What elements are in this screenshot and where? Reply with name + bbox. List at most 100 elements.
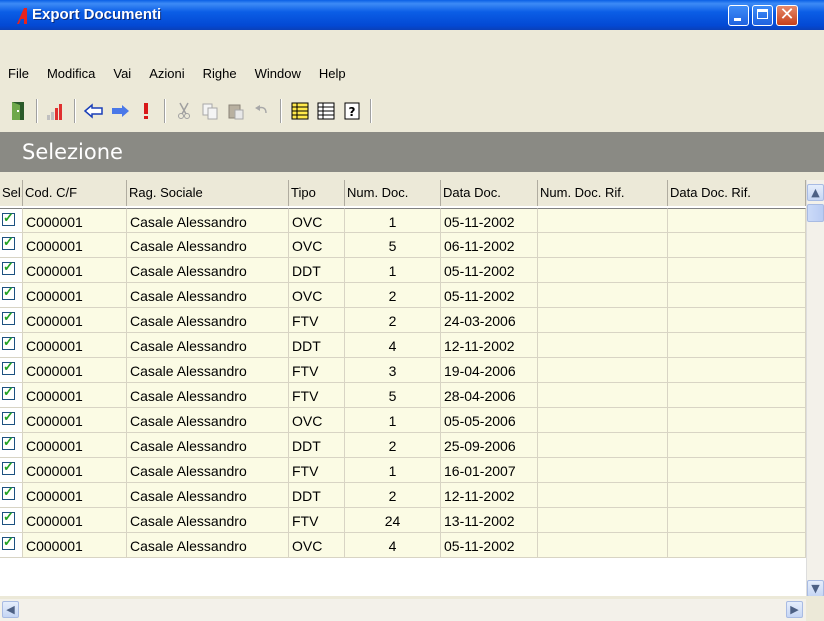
sel-cell[interactable] — [0, 308, 23, 332]
data-doc-rif-cell[interactable] — [668, 508, 806, 532]
tipo-cell[interactable]: OVC — [289, 208, 345, 232]
menu-window[interactable]: Window — [246, 62, 310, 86]
num-doc-rif-cell[interactable] — [538, 383, 668, 407]
row-checkbox[interactable] — [2, 384, 15, 400]
sel-cell[interactable] — [0, 408, 23, 432]
menu-righe[interactable]: Righe — [194, 62, 246, 86]
menu-vai[interactable]: Vai — [104, 62, 140, 86]
num-doc-cell[interactable]: 2 — [345, 433, 441, 457]
arrow-right-icon[interactable] — [108, 98, 132, 124]
menu-azioni[interactable]: Azioni — [140, 62, 193, 86]
table-row[interactable]: C000001Casale AlessandroFTV224-03-2006 — [0, 308, 806, 333]
sel-cell[interactable] — [0, 333, 23, 357]
data-doc-cell[interactable]: 05-11-2002 — [441, 208, 538, 232]
tipo-cell[interactable]: OVC — [289, 283, 345, 307]
data-doc-rif-cell[interactable] — [668, 333, 806, 357]
rag-sociale-cell[interactable]: Casale Alessandro — [127, 233, 289, 257]
cod-cell[interactable]: C000001 — [23, 358, 127, 382]
table-row[interactable]: C000001Casale AlessandroDDT412-11-2002 — [0, 333, 806, 358]
tipo-cell[interactable]: DDT — [289, 258, 345, 282]
data-doc-cell[interactable]: 24-03-2006 — [441, 308, 538, 332]
sel-cell[interactable] — [0, 533, 23, 557]
table-row[interactable]: C000001Casale AlessandroOVC405-11-2002 — [0, 533, 806, 558]
data-doc-cell[interactable]: 05-11-2002 — [441, 258, 538, 282]
rag-sociale-cell[interactable]: Casale Alessandro — [127, 283, 289, 307]
cod-cell[interactable]: C000001 — [23, 383, 127, 407]
row-checkbox[interactable] — [2, 509, 15, 525]
row-checkbox[interactable] — [2, 309, 15, 325]
cod-cell[interactable]: C000001 — [23, 258, 127, 282]
column-header-rag-sociale[interactable]: Rag. Sociale — [127, 180, 289, 206]
rag-sociale-cell[interactable]: Casale Alessandro — [127, 383, 289, 407]
scroll-right-button[interactable]: ▶ — [786, 601, 803, 618]
cod-cell[interactable]: C000001 — [23, 483, 127, 507]
data-doc-rif-cell[interactable] — [668, 433, 806, 457]
data-doc-cell[interactable]: 16-01-2007 — [441, 458, 538, 482]
data-doc-rif-cell[interactable] — [668, 233, 806, 257]
cod-cell[interactable]: C000001 — [23, 408, 127, 432]
sel-cell[interactable] — [0, 258, 23, 282]
minimize-button[interactable] — [728, 5, 749, 26]
table-row[interactable]: C000001Casale AlessandroDDT105-11-2002 — [0, 258, 806, 283]
scroll-down-button[interactable]: ▼ — [807, 580, 824, 596]
data-doc-cell[interactable]: 05-05-2006 — [441, 408, 538, 432]
num-doc-cell[interactable]: 2 — [345, 283, 441, 307]
rag-sociale-cell[interactable]: Casale Alessandro — [127, 433, 289, 457]
documents-grid[interactable]: Sel. Cod. C/F Rag. Sociale Tipo Num. Doc… — [0, 180, 824, 596]
rag-sociale-cell[interactable]: Casale Alessandro — [127, 508, 289, 532]
scroll-left-button[interactable]: ◀ — [2, 601, 19, 618]
signal-bars-icon[interactable] — [44, 98, 68, 124]
maximize-button[interactable] — [752, 5, 773, 26]
tipo-cell[interactable]: FTV — [289, 458, 345, 482]
num-doc-cell[interactable]: 24 — [345, 508, 441, 532]
cod-cell[interactable]: C000001 — [23, 458, 127, 482]
table-row[interactable]: C000001Casale AlessandroDDT212-11-2002 — [0, 483, 806, 508]
scroll-thumb[interactable] — [807, 204, 824, 222]
row-checkbox[interactable] — [2, 359, 15, 375]
column-header-num-doc[interactable]: Num. Doc. — [345, 180, 441, 206]
data-doc-rif-cell[interactable] — [668, 208, 806, 232]
undo-icon[interactable] — [250, 98, 274, 124]
num-doc-rif-cell[interactable] — [538, 533, 668, 557]
exit-door-icon[interactable] — [6, 98, 30, 124]
num-doc-cell[interactable]: 1 — [345, 208, 441, 232]
num-doc-cell[interactable]: 5 — [345, 383, 441, 407]
num-doc-rif-cell[interactable] — [538, 458, 668, 482]
list-icon[interactable] — [314, 98, 338, 124]
tipo-cell[interactable]: OVC — [289, 408, 345, 432]
horizontal-scrollbar[interactable]: ◀ ▶ — [0, 599, 806, 621]
num-doc-rif-cell[interactable] — [538, 233, 668, 257]
rag-sociale-cell[interactable]: Casale Alessandro — [127, 308, 289, 332]
table-row[interactable]: C000001Casale AlessandroOVC105-05-2006 — [0, 408, 806, 433]
sel-cell[interactable] — [0, 483, 23, 507]
tipo-cell[interactable]: FTV — [289, 383, 345, 407]
row-checkbox[interactable] — [2, 259, 15, 275]
data-doc-cell[interactable]: 12-11-2002 — [441, 333, 538, 357]
scroll-up-button[interactable]: ▲ — [807, 184, 824, 201]
sel-cell[interactable] — [0, 508, 23, 532]
num-doc-rif-cell[interactable] — [538, 483, 668, 507]
data-doc-rif-cell[interactable] — [668, 408, 806, 432]
sel-cell[interactable] — [0, 208, 23, 232]
tipo-cell[interactable]: FTV — [289, 508, 345, 532]
num-doc-rif-cell[interactable] — [538, 408, 668, 432]
tipo-cell[interactable]: OVC — [289, 533, 345, 557]
cod-cell[interactable]: C000001 — [23, 333, 127, 357]
column-header-data-doc[interactable]: Data Doc. — [441, 180, 538, 206]
rag-sociale-cell[interactable]: Casale Alessandro — [127, 458, 289, 482]
help-icon[interactable]: ? — [340, 98, 364, 124]
sel-cell[interactable] — [0, 283, 23, 307]
column-header-num-doc-rif[interactable]: Num. Doc. Rif. — [538, 180, 668, 206]
column-header-sel[interactable]: Sel. — [0, 180, 23, 206]
row-checkbox[interactable] — [2, 334, 15, 350]
table-row[interactable]: C000001Casale AlessandroFTV116-01-2007 — [0, 458, 806, 483]
paste-icon[interactable] — [224, 98, 248, 124]
num-doc-cell[interactable]: 4 — [345, 533, 441, 557]
num-doc-cell[interactable]: 1 — [345, 458, 441, 482]
column-header-cod[interactable]: Cod. C/F — [23, 180, 127, 206]
row-checkbox[interactable] — [2, 409, 15, 425]
data-doc-rif-cell[interactable] — [668, 458, 806, 482]
table-row[interactable]: C000001Casale AlessandroOVC205-11-2002 — [0, 283, 806, 308]
tipo-cell[interactable]: OVC — [289, 233, 345, 257]
tipo-cell[interactable]: DDT — [289, 483, 345, 507]
